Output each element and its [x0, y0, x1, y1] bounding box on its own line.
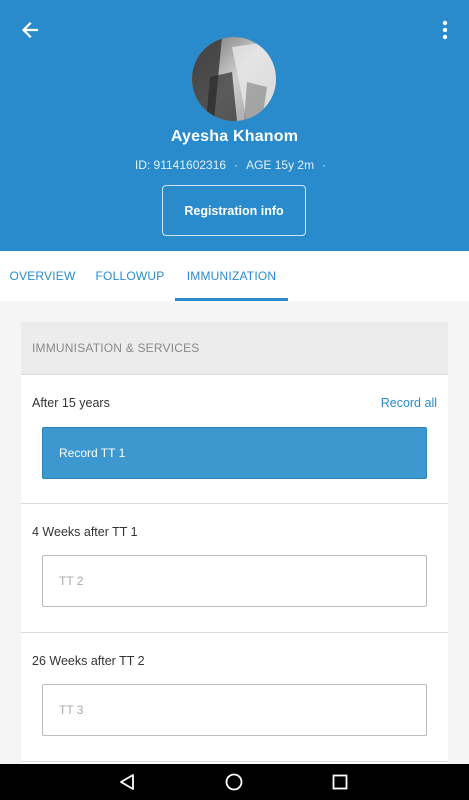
record-tt1-button[interactable]: Record TT 1 [42, 427, 427, 479]
arrow-left-icon [21, 21, 39, 39]
tab-overview[interactable]: OVERVIEW [0, 251, 85, 301]
more-vertical-icon [442, 20, 448, 40]
meta-separator: · [234, 158, 239, 172]
divider [21, 632, 448, 633]
tt2-button[interactable]: TT 2 [42, 555, 427, 607]
group-title: After 15 years [32, 396, 110, 410]
immunisation-card: IMMUNISATION & SERVICES After 15 years R… [21, 322, 448, 772]
tab-immunization[interactable]: IMMUNIZATION [175, 251, 288, 301]
divider [21, 761, 448, 762]
nav-recents-button[interactable] [320, 764, 360, 800]
circle-home-icon [225, 773, 243, 791]
system-nav-bar [0, 764, 469, 800]
client-name: Ayesha Khanom [170, 128, 299, 145]
client-id: ID: 91141602316 [134, 158, 227, 172]
client-avatar [192, 37, 276, 121]
triangle-back-icon [120, 774, 134, 790]
overflow-menu-button[interactable] [433, 16, 457, 44]
card-header: IMMUNISATION & SERVICES [21, 322, 448, 375]
divider [21, 503, 448, 504]
client-meta: ID: 91141602316 · AGE 15y 2m · [0, 158, 469, 172]
nav-home-button[interactable] [214, 764, 254, 800]
tab-followup[interactable]: FOLLOWUP [85, 251, 175, 301]
nav-back-button[interactable] [107, 764, 147, 800]
back-button[interactable] [16, 16, 44, 44]
meta-separator: · [322, 158, 327, 172]
tt3-button[interactable]: TT 3 [42, 684, 427, 736]
group-title: 26 Weeks after TT 2 [32, 654, 145, 668]
registration-info-button[interactable]: Registration info [162, 185, 306, 236]
client-age: AGE 15y 2m [246, 158, 315, 172]
record-all-link[interactable]: Record all [381, 396, 437, 410]
square-recents-icon [332, 774, 348, 790]
group-title: 4 Weeks after TT 1 [32, 525, 138, 539]
profile-tabs: OVERVIEW FOLLOWUP IMMUNIZATION [0, 251, 469, 301]
client-profile-header: Ayesha Khanom ID: 91141602316 · AGE 15y 2m… [0, 0, 469, 251]
